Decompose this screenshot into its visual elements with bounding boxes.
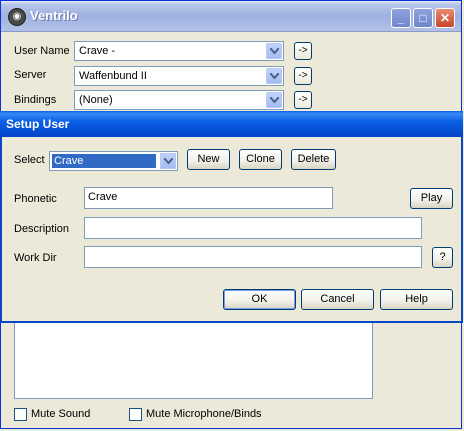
delete-button[interactable]: Delete (291, 149, 336, 170)
workdir-input[interactable] (84, 246, 422, 268)
description-label: Description (14, 223, 70, 235)
server-arrow-button[interactable]: -> (294, 67, 312, 85)
close-button[interactable]: ✕ (435, 8, 455, 28)
select-label: Select (14, 154, 45, 166)
server-combo[interactable]: Waffenbund II (74, 66, 284, 86)
server-value: Waffenbund II (79, 70, 147, 82)
user-name-value: Crave - (79, 45, 116, 57)
setup-user-dialog: Setup User Select Crave New Clone Delete… (0, 111, 463, 323)
phonetic-value: Crave (88, 191, 118, 203)
select-user-value: Crave (52, 154, 156, 168)
chevron-down-icon[interactable] (266, 68, 282, 84)
bindings-value: (None) (79, 94, 113, 106)
workdir-label: Work Dir (14, 252, 57, 264)
maximize-button[interactable]: □ (413, 8, 433, 28)
title-bar[interactable]: ◉ Ventrilo _ □ ✕ (1, 1, 461, 32)
ventrilo-app-icon: ◉ (8, 8, 26, 26)
help-button[interactable]: Help (380, 289, 453, 310)
phonetic-label: Phonetic (14, 193, 57, 205)
cancel-button[interactable]: Cancel (301, 289, 374, 310)
ok-button[interactable]: OK (223, 289, 296, 310)
user-name-arrow-button[interactable]: -> (294, 42, 312, 60)
minimize-button[interactable]: _ (391, 8, 411, 28)
mute-sound-checkbox[interactable] (14, 408, 27, 421)
bindings-label: Bindings (14, 94, 57, 106)
description-input[interactable] (84, 217, 422, 239)
chevron-down-icon[interactable] (266, 43, 282, 59)
user-name-label: User Name (14, 45, 70, 57)
mute-mic-checkbox[interactable] (129, 408, 142, 421)
select-user-combo[interactable]: Crave (49, 151, 178, 171)
window-title: Ventrilo (30, 8, 78, 23)
phonetic-input[interactable]: Crave (84, 187, 333, 209)
play-button[interactable]: Play (410, 188, 453, 209)
mute-mic-label: Mute Microphone/Binds (146, 408, 262, 420)
mute-sound-label: Mute Sound (31, 408, 91, 420)
server-label: Server (14, 69, 47, 81)
chevron-down-icon[interactable] (266, 92, 282, 108)
chevron-down-icon[interactable] (160, 153, 176, 169)
clone-button[interactable]: Clone (239, 149, 282, 170)
new-button[interactable]: New (187, 149, 230, 170)
bindings-combo[interactable]: (None) (74, 90, 284, 110)
workdir-help-button[interactable]: ? (432, 247, 453, 268)
user-name-combo[interactable]: Crave - (74, 41, 284, 61)
dialog-title-bar[interactable]: Setup User (0, 111, 463, 137)
dialog-title: Setup User (6, 117, 70, 131)
bindings-arrow-button[interactable]: -> (294, 91, 312, 109)
channel-list[interactable] (14, 321, 373, 399)
